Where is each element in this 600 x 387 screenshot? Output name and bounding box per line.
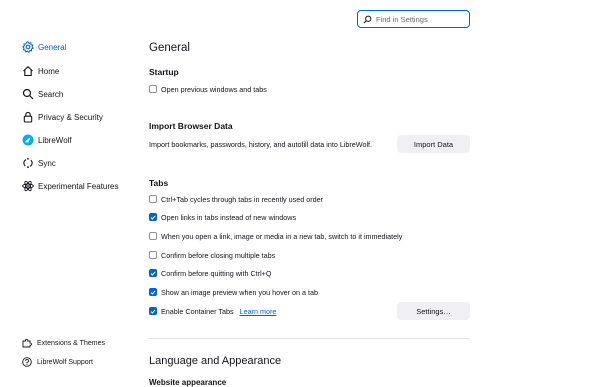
sidebar-item-label: Privacy & Security <box>38 112 103 122</box>
search-field[interactable] <box>357 10 471 28</box>
sidebar-footer-label: Extensions & Themes <box>37 339 105 347</box>
page-title: General <box>149 42 190 54</box>
checkbox-box[interactable] <box>149 213 157 221</box>
open-previous-checkbox[interactable]: Open previous windows and tabs <box>149 83 267 95</box>
sidebar-item-search[interactable]: Search <box>22 86 63 102</box>
website-appearance-heading: Website appearance <box>149 378 227 387</box>
startup-heading: Startup <box>149 67 179 77</box>
learn-more-link[interactable]: Learn more <box>240 307 277 316</box>
checkbox-label: Enable Container Tabs <box>161 306 234 316</box>
language-heading: Language and Appearance <box>149 355 282 367</box>
container-settings-button[interactable]: Settings… <box>397 302 470 320</box>
checkbox-box[interactable] <box>149 251 157 259</box>
checkbox-box[interactable] <box>149 288 157 296</box>
sidebar-item-label: Experimental Features <box>38 181 119 191</box>
checkbox-label: Open previous windows and tabs <box>161 84 267 94</box>
checkbox-box[interactable] <box>149 232 157 240</box>
sidebar-item-sync[interactable]: Sync <box>22 155 56 171</box>
sidebar-item-label: LibreWolf <box>38 135 72 145</box>
sidebar-item-home[interactable]: Home <box>22 63 59 79</box>
switch-new-tab-checkbox[interactable]: When you open a link, image or media in … <box>149 230 402 242</box>
import-data-button[interactable]: Import Data <box>397 135 470 153</box>
tab-preview-checkbox[interactable]: Show an image preview when you hover on … <box>149 286 318 298</box>
confirm-quit-checkbox[interactable]: Confirm before quitting with Ctrl+Q <box>149 267 271 279</box>
checkbox-label: Confirm before closing multiple tabs <box>161 250 276 260</box>
sidebar-item-label: General <box>38 42 67 52</box>
search-icon <box>363 15 372 23</box>
confirm-close-checkbox[interactable]: Confirm before closing multiple tabs <box>149 249 275 261</box>
sidebar-item-label: Sync <box>38 158 56 168</box>
sidebar-item-extensions[interactable]: Extensions & Themes <box>22 336 105 350</box>
checkbox-box[interactable] <box>149 195 157 203</box>
sidebar-item-privacy[interactable]: Privacy & Security <box>22 109 103 125</box>
gear-icon <box>22 41 34 53</box>
checkbox-label: Show an image preview when you hover on … <box>161 287 319 297</box>
atom-icon <box>22 180 34 192</box>
tabs-heading: Tabs <box>149 178 169 188</box>
sync-icon <box>22 157 34 169</box>
librewolf-icon <box>22 134 34 146</box>
puzzle-icon <box>22 338 32 348</box>
checkbox-label: Open links in tabs instead of new window… <box>161 212 297 222</box>
checkbox-box[interactable] <box>149 85 157 93</box>
open-links-tabs-checkbox[interactable]: Open links in tabs instead of new window… <box>149 211 296 223</box>
sidebar-item-librewolf[interactable]: LibreWolf <box>22 132 72 148</box>
container-tabs-checkbox[interactable]: Enable Container Tabs Learn more <box>149 305 276 317</box>
sidebar-item-label: Home <box>38 66 60 76</box>
help-icon <box>22 357 32 367</box>
search-input[interactable] <box>376 14 471 24</box>
ctrl-tab-checkbox[interactable]: Ctrl+Tab cycles through tabs in recently… <box>149 193 323 205</box>
checkbox-label: Confirm before quitting with Ctrl+Q <box>161 268 272 278</box>
checkbox-box[interactable] <box>149 307 157 315</box>
import-description: Import bookmarks, passwords, history, an… <box>149 140 373 149</box>
import-heading: Import Browser Data <box>149 121 233 131</box>
sidebar-item-label: Search <box>38 89 64 99</box>
sidebar-footer-label: LibreWolf Support <box>37 358 93 366</box>
checkbox-box[interactable] <box>149 269 157 277</box>
sidebar-item-support[interactable]: LibreWolf Support <box>22 355 93 369</box>
search-icon <box>22 88 34 100</box>
home-icon <box>22 65 34 77</box>
checkbox-label: When you open a link, image or media in … <box>161 231 403 241</box>
divider <box>149 338 470 339</box>
sidebar-item-experimental[interactable]: Experimental Features <box>22 178 118 194</box>
lock-icon <box>22 111 34 123</box>
sidebar-item-general[interactable]: General <box>22 39 66 55</box>
checkbox-label: Ctrl+Tab cycles through tabs in recently… <box>161 194 323 204</box>
